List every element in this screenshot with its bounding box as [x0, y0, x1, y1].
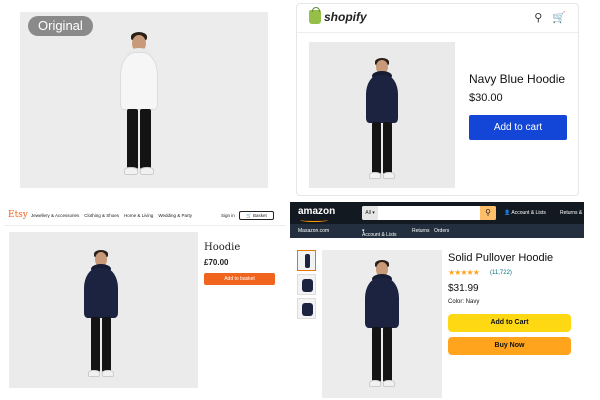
subnav-returns[interactable]: Returns: [412, 228, 430, 234]
shopify-panel: shopify ⚲ 🛒 Navy Blue Hoodie $30.00 Add …: [296, 3, 579, 196]
product-price: $30.00: [469, 92, 503, 104]
model-white-hoodie: [114, 32, 164, 182]
search-icon[interactable]: ⚲: [534, 11, 542, 25]
amazon-top-bar: amazon All ▾ ⚲ 👤 Account & Lists Returns…: [290, 202, 584, 224]
star-rating[interactable]: ★★★★★: [448, 268, 480, 277]
original-photo-panel: Original: [20, 12, 268, 188]
product-image: [309, 42, 455, 188]
product-title: Navy Blue Hoodie: [469, 72, 566, 86]
subnav-orders[interactable]: Orders: [434, 228, 449, 234]
user-icon: 👤: [504, 210, 511, 216]
etsy-panel: Etsy Jewellery & Accessories Clothing & …: [4, 206, 286, 394]
product-title: Solid Pullover Hoodie: [448, 252, 554, 264]
add-to-cart-button[interactable]: Add to Cart: [448, 314, 571, 332]
shopify-header: shopify ⚲ 🛒: [297, 4, 578, 33]
nav-clothing[interactable]: Clothing & Shoes: [84, 213, 119, 218]
basket-icon: 🛒: [246, 213, 252, 218]
add-to-basket-button[interactable]: Add to basket: [204, 273, 275, 285]
original-badge: Original: [28, 16, 93, 36]
nav-jewellery[interactable]: Jewellery & Accessories: [31, 213, 79, 218]
category-nav: Jewellery & Accessories Clothing & Shoes…: [31, 213, 192, 218]
nav-home[interactable]: Home & Living: [124, 213, 153, 218]
thumbnail-3[interactable]: [297, 298, 316, 319]
product-price: $31.99: [448, 283, 479, 294]
review-count-link[interactable]: (11,722): [490, 270, 512, 276]
amazon-logo[interactable]: amazon: [298, 206, 335, 217]
amazon-smile-icon: [300, 218, 328, 222]
etsy-logo[interactable]: Etsy: [8, 210, 28, 220]
search-icon[interactable]: ⚲: [480, 206, 496, 220]
search-category-select[interactable]: All ▾: [362, 206, 378, 220]
account-menu[interactable]: 👤 Account & Lists: [504, 210, 546, 216]
product-image: [322, 250, 442, 398]
shopify-logo[interactable]: shopify: [309, 7, 367, 24]
returns-link[interactable]: Returns &: [560, 210, 582, 216]
product-title: Hoodie: [204, 242, 241, 253]
basket-button[interactable]: 🛒 Basket: [239, 211, 274, 220]
amazon-panel: amazon All ▾ ⚲ 👤 Account & Lists Returns…: [290, 202, 584, 398]
subnav-account[interactable]: Account & Lists ▾: [362, 228, 396, 238]
thumbnail-2[interactable]: [297, 274, 316, 295]
nav-wedding[interactable]: Wedding & Party: [158, 213, 192, 218]
thumbnail-1[interactable]: [297, 250, 316, 271]
buy-now-button[interactable]: Buy Now: [448, 337, 571, 355]
color-label: Color: Navy: [448, 299, 480, 305]
product-price: £70.00: [204, 258, 229, 267]
add-to-cart-button[interactable]: Add to cart: [469, 115, 567, 140]
subnav-site[interactable]: Masazon.com: [298, 228, 329, 234]
sign-in-link[interactable]: Sign in: [221, 213, 235, 218]
shopify-bag-icon: [309, 7, 321, 24]
etsy-header: Etsy Jewellery & Accessories Clothing & …: [4, 206, 286, 226]
search-bar[interactable]: All ▾ ⚲: [362, 206, 496, 220]
product-image: [9, 232, 198, 388]
cart-icon[interactable]: 🛒: [552, 11, 566, 25]
amazon-subnav: Masazon.com Account & Lists ▾ Returns Or…: [290, 224, 584, 238]
